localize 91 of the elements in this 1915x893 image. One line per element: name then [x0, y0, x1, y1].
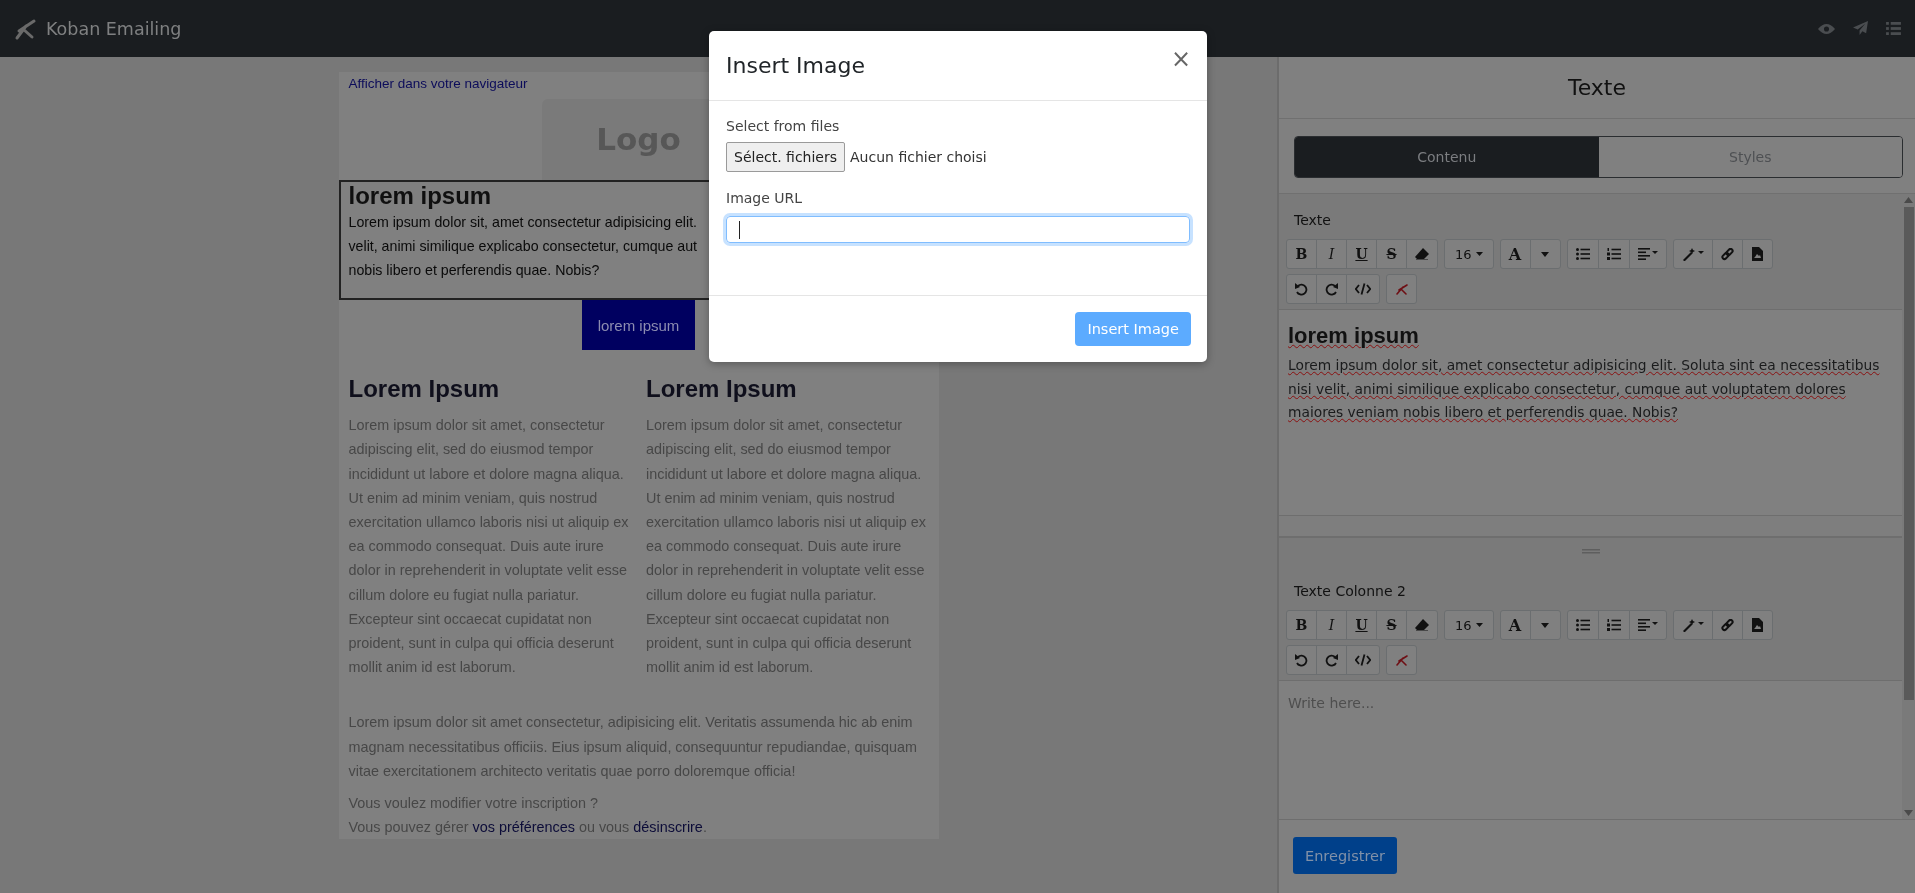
caret-icon [1475, 623, 1483, 627]
bullet-list-button[interactable] [1566, 610, 1599, 640]
align-dropdown[interactable] [1628, 610, 1667, 640]
column-heading: Lorem Ipsum [348, 374, 501, 405]
align-dropdown[interactable] [1628, 239, 1667, 269]
eraser-button[interactable] [1406, 610, 1438, 640]
color-dropdown[interactable] [1529, 610, 1561, 640]
code-view-button[interactable] [1346, 645, 1380, 675]
logo-button[interactable] [1386, 274, 1417, 304]
font-color-button[interactable]: A [1499, 239, 1531, 269]
bullet-list-icon [1575, 619, 1590, 631]
subscription-question: Vous voulez modifier votre inscription ? [348, 794, 600, 813]
field-label: Image URL [726, 190, 803, 206]
block-text-line: Lorem ipsum dolor sit, amet consectetur adipisicing elit. [348, 212, 698, 232]
link-icon [1720, 618, 1734, 632]
font-size-dropdown[interactable]: 16 [1444, 610, 1494, 640]
style-dropdown[interactable] [1672, 610, 1713, 640]
file-status: Aucun fichier choisi [850, 149, 987, 165]
undo-icon [1295, 282, 1308, 296]
numbered-list-icon [1606, 248, 1621, 260]
footer-link[interactable]: désinscrire [633, 819, 703, 835]
undo-button[interactable] [1286, 645, 1317, 675]
picture-button[interactable] [1741, 239, 1773, 269]
subscription-sentence: Vous pouvez gérer vos préférences ou vous désinscrire. [348, 818, 708, 837]
link-icon [1720, 247, 1734, 261]
numbered-list-icon [1606, 619, 1621, 631]
bold-button[interactable]: B [1286, 239, 1317, 269]
underline-button[interactable]: U [1346, 239, 1377, 269]
email-button[interactable]: lorem ipsum [581, 300, 696, 351]
magic-wand-icon [1681, 247, 1704, 261]
column-heading: Lorem Ipsum [646, 374, 798, 405]
align-left-icon [1637, 248, 1658, 260]
font-size-dropdown[interactable]: 16 [1444, 239, 1494, 269]
strikethrough-button[interactable]: S [1376, 239, 1407, 269]
brand-name[interactable]: Koban Emailing [46, 18, 182, 39]
block-text-line: velit, animi similique explicabo consectetur, cumque aut [348, 236, 698, 256]
align-left-icon [1637, 619, 1658, 631]
code-icon [1355, 654, 1371, 666]
code-view-button[interactable] [1346, 274, 1380, 304]
undo-icon [1295, 653, 1308, 667]
footer-paragraph: Lorem ipsum dolor sit amet consectetur, adipisicing elit. Veritatis assumenda hic ab enim magnam necessitatibus officiis. Eius ipsum aliquid, consequuntur repudiandae, quisquam vitae exercitationem architecto veritatis quae porro doloremque officia! [348, 713, 918, 781]
panel-title: Texte [1279, 57, 1915, 119]
browser-link[interactable]: Afficher dans votre navigateur [348, 76, 528, 91]
undo-button[interactable] [1286, 274, 1317, 304]
logo-icon [1395, 654, 1408, 666]
block-heading: lorem ipsum [348, 181, 492, 210]
bullet-list-button[interactable] [1566, 239, 1599, 269]
image-file-icon [1751, 618, 1763, 632]
style-dropdown[interactable] [1672, 239, 1713, 269]
close-button[interactable]: × [1170, 44, 1191, 73]
picture-button[interactable] [1741, 610, 1773, 640]
redo-icon [1325, 653, 1338, 667]
dialog-title: Insert Image [726, 53, 865, 78]
redo-button[interactable] [1316, 645, 1347, 675]
code-icon [1355, 283, 1371, 295]
eraser-icon [1415, 248, 1429, 260]
bullet-list-icon [1575, 248, 1590, 260]
field-label: Select from files [726, 118, 840, 134]
choose-file-button[interactable]: Sélect. fichiers [726, 142, 846, 172]
link-button[interactable] [1711, 610, 1743, 640]
numbered-list-button[interactable] [1597, 239, 1630, 269]
logo-button[interactable] [1386, 645, 1417, 675]
caret-icon [1541, 622, 1550, 628]
editor-heading: lorem ipsum [1288, 322, 1420, 350]
bold-button[interactable]: B [1286, 610, 1317, 640]
font-color-button[interactable]: A [1499, 610, 1531, 640]
logo-icon [1395, 283, 1408, 295]
image-file-icon [1751, 247, 1763, 261]
magic-wand-icon [1681, 618, 1704, 632]
url-input-field[interactable] [726, 216, 1190, 243]
eraser-button[interactable] [1406, 239, 1438, 269]
italic-button[interactable]: I [1316, 610, 1347, 640]
block-text-line: nobis libero et perferendis quae. Nobis? [348, 260, 600, 280]
numbered-list-button[interactable] [1597, 610, 1630, 640]
strikethrough-button[interactable]: S [1376, 610, 1407, 640]
eraser-icon [1415, 619, 1429, 631]
caret-icon [1475, 252, 1483, 256]
footer-link[interactable]: vos préférences [472, 819, 575, 835]
redo-icon [1325, 282, 1338, 296]
italic-button[interactable]: I [1316, 239, 1347, 269]
editor-paragraph: Lorem ipsum dolor sit, amet consectetur adipisicing elit. Soluta sint ea necessitatibus nisi velit, animi similique explicabo consectetur, cumque aut voluptatem dolores maiores veniam nobis libero et perferendis quae. Nobis? [1288, 356, 1881, 422]
field-label: Texte Colonne 2 [1294, 583, 1406, 599]
redo-button[interactable] [1316, 274, 1347, 304]
field-label: Texte [1294, 212, 1331, 228]
color-dropdown[interactable] [1529, 239, 1561, 269]
save-button[interactable]: Enregistrer [1293, 837, 1397, 874]
resize-handle-icon[interactable] [1581, 549, 1600, 554]
underline-button[interactable]: U [1346, 610, 1377, 640]
caret-icon [1541, 251, 1550, 257]
link-button[interactable] [1711, 239, 1743, 269]
tab[interactable]: Contenu [1295, 137, 1599, 177]
